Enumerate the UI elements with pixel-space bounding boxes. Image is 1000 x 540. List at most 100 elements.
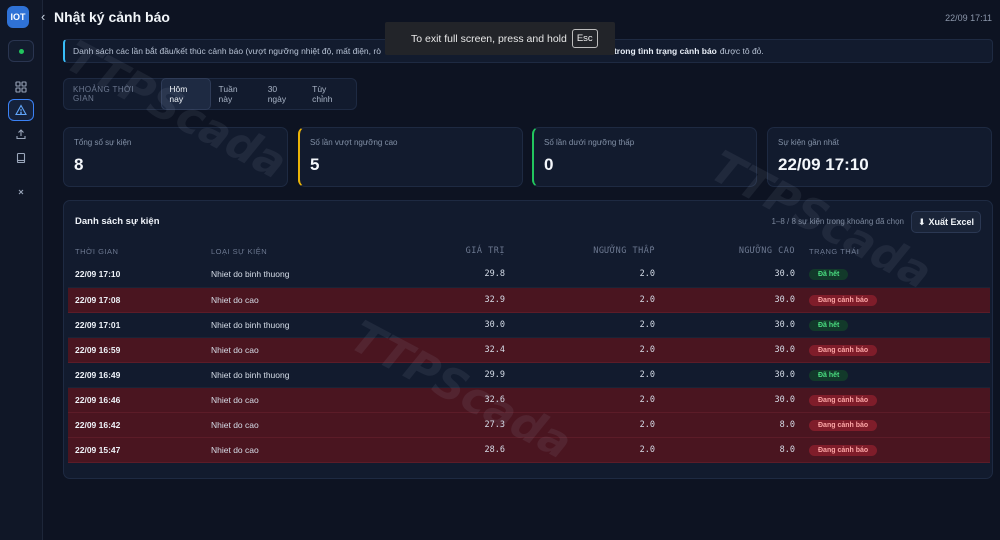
cell-value: 29.9 — [384, 362, 512, 388]
stat-value: 5 — [310, 155, 320, 174]
cell-low-threshold: 2.0 — [512, 362, 662, 388]
status-badge: Đã hết — [809, 369, 849, 381]
esc-key-hint: Esc — [571, 29, 598, 48]
nav-docs[interactable] — [8, 147, 34, 169]
time-range-filter: KHOẢNG THỜI GIAN Hôm nay Tuần này 30 ngà… — [63, 78, 357, 110]
table-row[interactable]: 22/09 15:47 Nhiet do cao 28.6 2.0 8.0 Đang cả… — [68, 437, 990, 463]
panel-title: Danh sách sự kiện — [75, 216, 160, 227]
table-row[interactable]: 22/09 17:01 Nhiet do binh thuong 30.0 2.0 30… — [68, 312, 990, 338]
cell-time: 22/09 16:42 — [68, 412, 204, 438]
cell-event-type: Nhiet do cao — [204, 337, 384, 363]
cell-value: 32.4 — [384, 337, 512, 363]
event-list-panel: Danh sách sự kiện 1–8 / 8 sự kiện trong … — [63, 200, 993, 479]
cell-low-threshold: 2.0 — [512, 437, 662, 463]
range-chip-30days[interactable]: 30 ngày — [261, 79, 304, 109]
warning-triangle-icon — [15, 104, 27, 116]
grid-icon — [15, 81, 27, 93]
cell-time: 22/09 16:49 — [68, 362, 204, 388]
col-header-high[interactable]: NGƯỠNG CAO — [662, 240, 802, 262]
export-label: Xuất Excel — [928, 217, 975, 227]
app-logo[interactable]: IOT — [7, 6, 29, 28]
range-chip-today[interactable]: Hôm nay — [161, 78, 211, 110]
cell-low-threshold: 2.0 — [512, 287, 662, 313]
status-badge: Đang cảnh báo — [809, 394, 878, 406]
upload-icon — [16, 129, 26, 140]
cell-high-threshold: 30.0 — [662, 312, 802, 338]
stat-label: Số lần dưới ngưỡng thấp — [544, 138, 635, 147]
cell-high-threshold: 8.0 — [662, 437, 802, 463]
cell-high-threshold: 30.0 — [662, 362, 802, 388]
cell-event-type: Nhiet do binh thuong — [204, 312, 384, 338]
stat-label: Sự kiện gần nhất — [778, 138, 839, 147]
download-arrow-icon: ⬇ — [917, 216, 926, 227]
table-row[interactable]: 22/09 16:49 Nhiet do binh thuong 29.9 2.0 30… — [68, 362, 990, 388]
table-row[interactable]: 22/09 17:10 Nhiet do binh thuong 29.8 2.0 30… — [68, 262, 990, 288]
cell-high-threshold: 30.0 — [662, 287, 802, 313]
cell-time: 22/09 17:08 — [68, 287, 204, 313]
cell-status: Đang cảnh báo — [802, 437, 990, 463]
cell-high-threshold: 30.0 — [662, 387, 802, 413]
stat-value: 8 — [74, 155, 84, 174]
table-row[interactable]: 22/09 16:42 Nhiet do cao 27.3 2.0 8.0 Đang cả… — [68, 412, 990, 438]
cell-value: 32.6 — [384, 387, 512, 413]
cell-time: 22/09 17:01 — [68, 312, 204, 338]
cell-high-threshold: 8.0 — [662, 412, 802, 438]
cell-low-threshold: 2.0 — [512, 312, 662, 338]
back-chevron-icon[interactable]: ‹ — [41, 10, 49, 24]
stat-card-under-low: Số lần dưới ngưỡng thấp 0 — [532, 127, 757, 187]
cell-event-type: Nhiet do cao — [204, 287, 384, 313]
cell-high-threshold: 30.0 — [662, 337, 802, 363]
range-chip-custom[interactable]: Tùy chỉnh — [305, 79, 355, 109]
book-icon — [16, 152, 26, 164]
stat-card-over-high: Số lần vượt ngưỡng cao 5 — [298, 127, 523, 187]
stat-card-latest: Sự kiện gần nhất 22/09 17:10 — [767, 127, 992, 187]
status-badge: Đang cảnh báo — [809, 419, 878, 431]
banner-text-start: Danh sách các lần bắt đầu/kết thúc cảnh … — [73, 46, 381, 56]
connection-status-button[interactable] — [8, 40, 34, 62]
table-row[interactable]: 22/09 16:59 Nhiet do cao 32.4 2.0 30.0 Đang c… — [68, 337, 990, 363]
export-excel-button[interactable]: ⬇ Xuất Excel — [911, 211, 981, 233]
status-badge: Đang cảnh báo — [809, 444, 878, 456]
cell-status: Đã hết — [802, 362, 990, 388]
nav-dashboard[interactable] — [8, 76, 34, 98]
cell-value: 27.3 — [384, 412, 512, 438]
table-row[interactable]: 22/09 17:08 Nhiet do cao 32.9 2.0 30.0 Đang c… — [68, 287, 990, 313]
status-badge: Đã hết — [809, 269, 849, 281]
cell-low-threshold: 2.0 — [512, 337, 662, 363]
stat-value: 22/09 17:10 — [778, 155, 869, 174]
cell-event-type: Nhiet do cao — [204, 387, 384, 413]
stat-card-total: Tổng số sự kiện 8 — [63, 127, 288, 187]
cell-event-type: Nhiet do binh thuong — [204, 362, 384, 388]
cell-status: Đã hết — [802, 312, 990, 338]
header-clock: 22/09 17:11 — [945, 13, 992, 23]
sidebar: IOT — [0, 0, 43, 540]
time-range-label: KHOẢNG THỜI GIAN — [73, 85, 134, 103]
status-badge: Đang cảnh báo — [809, 294, 878, 306]
col-header-time[interactable]: THỜI GIAN — [68, 240, 204, 262]
nav-export[interactable] — [8, 123, 34, 145]
status-badge: Đã hết — [809, 319, 849, 331]
table-header-row: THỜI GIAN LOẠI SỰ KIỆN GIÁ TRỊ NGƯỠNG TH… — [68, 240, 990, 262]
nav-alarm-log[interactable] — [8, 99, 34, 121]
cell-status: Đã hết — [802, 262, 990, 288]
table-row[interactable]: 22/09 16:46 Nhiet do cao 32.6 2.0 30.0 Đang c… — [68, 387, 990, 413]
col-header-type[interactable]: LOẠI SỰ KIỆN — [204, 240, 384, 262]
cell-low-threshold: 2.0 — [512, 412, 662, 438]
stat-value: 0 — [544, 155, 554, 174]
cell-status: Đang cảnh báo — [802, 387, 990, 413]
fullscreen-message: To exit full screen, press and hold — [411, 32, 567, 45]
nav-close[interactable] — [8, 181, 34, 203]
range-chip-week[interactable]: Tuần này — [212, 79, 260, 109]
col-header-status[interactable]: TRẠNG THÁI — [802, 240, 990, 262]
cell-time: 22/09 16:46 — [68, 387, 204, 413]
result-summary: 1–8 / 8 sự kiện trong khoảng đã chọn — [771, 217, 904, 226]
col-header-low[interactable]: NGƯỠNG THẤP — [512, 240, 662, 262]
online-dot-icon — [19, 49, 24, 54]
stat-label: Tổng số sự kiện — [74, 138, 132, 147]
cell-value: 29.8 — [384, 262, 512, 288]
col-header-value[interactable]: GIÁ TRỊ — [384, 240, 512, 262]
cell-time: 22/09 17:10 — [68, 262, 204, 288]
cell-status: Đang cảnh báo — [802, 287, 990, 313]
cell-event-type: Nhiet do cao — [204, 437, 384, 463]
close-icon — [18, 189, 24, 195]
